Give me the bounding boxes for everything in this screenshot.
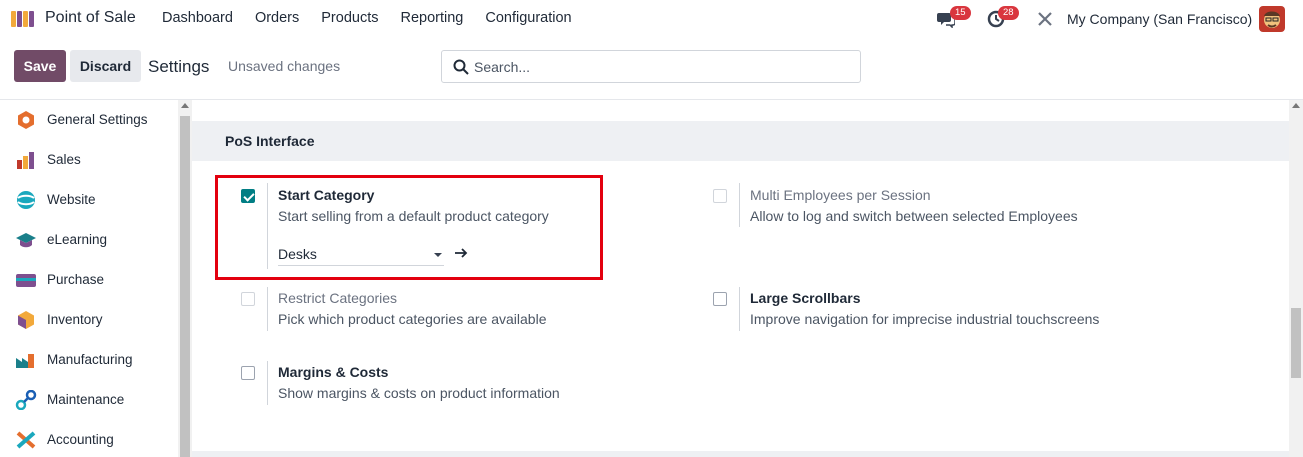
menu-dashboard[interactable]: Dashboard [162,10,233,26]
top-navbar: Point of Sale Dashboard Orders Products … [0,0,1303,38]
multi-employees-description: Allow to log and switch between selected… [750,208,1078,224]
search-icon [453,59,469,75]
website-icon [17,191,35,209]
sidebar-item-label: Sales [47,152,81,167]
save-button[interactable]: Save [14,50,66,82]
sidebar-item-elearning[interactable]: eLearning [0,220,178,260]
company-switcher[interactable]: My Company (San Francisco) [1067,11,1252,27]
sidebar-item-purchase[interactable]: Purchase [0,260,178,300]
highlight-box [215,175,603,280]
maintenance-icon [15,390,37,410]
content-scroll-up-icon[interactable] [1292,103,1300,108]
menu-products[interactable]: Products [321,10,378,26]
setting-divider [267,287,268,331]
control-panel: Save Discard Settings Unsaved changes Se… [0,38,1303,100]
menu-reporting[interactable]: Reporting [401,10,464,26]
sidebar-item-general-settings[interactable]: General Settings [0,100,178,140]
sidebar-item-manufacturing[interactable]: Manufacturing [0,340,178,380]
setting-divider [739,287,740,331]
content-scrollbar[interactable] [1289,100,1303,457]
messages-count-badge: 15 [950,6,971,20]
elearning-icon [16,233,36,248]
sidebar-item-label: General Settings [47,112,148,127]
unsaved-status: Unsaved changes [228,58,341,74]
restrict-categories-description: Pick which product categories are availa… [278,311,547,327]
sidebar-item-label: Purchase [47,272,105,287]
search-input[interactable]: Search... [441,50,861,83]
point-of-sale-app-icon[interactable] [10,9,36,29]
menu-configuration[interactable]: Configuration [485,10,571,26]
large-scrollbars-title: Large Scrollbars [750,290,861,306]
sidebar-item-label: Inventory [47,312,103,327]
sidebar-item-label: Website [47,192,96,207]
margins-costs-checkbox[interactable] [241,366,255,380]
inventory-icon [18,311,34,329]
search-placeholder: Search... [474,59,531,75]
sidebar-item-maintenance[interactable]: Maintenance [0,380,178,420]
sidebar-item-label: Accounting [47,432,114,447]
section-divider [192,451,1289,457]
activities-count-badge: 28 [998,6,1019,20]
content-scrollbar-thumb[interactable] [1291,308,1301,378]
page-title: Settings [148,57,210,76]
sidebar-item-label: eLearning [47,232,108,247]
sidebar-item-label: Maintenance [47,392,125,407]
manufacturing-icon [16,354,34,368]
restrict-categories-checkbox[interactable] [241,292,255,306]
multi-employees-checkbox[interactable] [713,189,727,203]
purchase-icon [16,274,36,287]
discard-button[interactable]: Discard [70,50,141,82]
sidebar-scroll-up-icon[interactable] [181,103,189,108]
restrict-categories-title: Restrict Categories [278,290,398,306]
general-settings-icon [18,111,34,129]
sidebar-item-accounting[interactable]: Accounting [0,420,178,457]
main-menu: Dashboard Orders Products Reporting Conf… [162,10,594,26]
debug-tools-icon[interactable] [1036,10,1054,28]
accounting-icon [16,431,36,449]
sidebar-scrollbar-thumb[interactable] [180,116,190,457]
section-header: PoS Interface [192,121,1289,161]
sidebar-item-website[interactable]: Website [0,180,178,220]
app-name[interactable]: Point of Sale [45,9,136,27]
settings-sidebar: General Settings Sales Website eLearning… [0,100,178,457]
margins-costs-description: Show margins & costs on product informat… [278,385,560,401]
user-avatar[interactable] [1259,6,1285,32]
sidebar-item-sales[interactable]: Sales [0,140,178,180]
sidebar-item-inventory[interactable]: Inventory [0,300,178,340]
setting-divider [267,361,268,405]
margins-costs-title: Margins & Costs [278,364,389,380]
large-scrollbars-description: Improve navigation for imprecise industr… [750,311,1100,327]
large-scrollbars-checkbox[interactable] [713,292,727,306]
sales-icon [17,152,34,169]
sidebar-item-label: Manufacturing [47,352,133,367]
setting-divider [739,183,740,227]
multi-employees-title: Multi Employees per Session [750,187,931,203]
menu-orders[interactable]: Orders [255,10,299,26]
section-title: PoS Interface [225,133,315,149]
